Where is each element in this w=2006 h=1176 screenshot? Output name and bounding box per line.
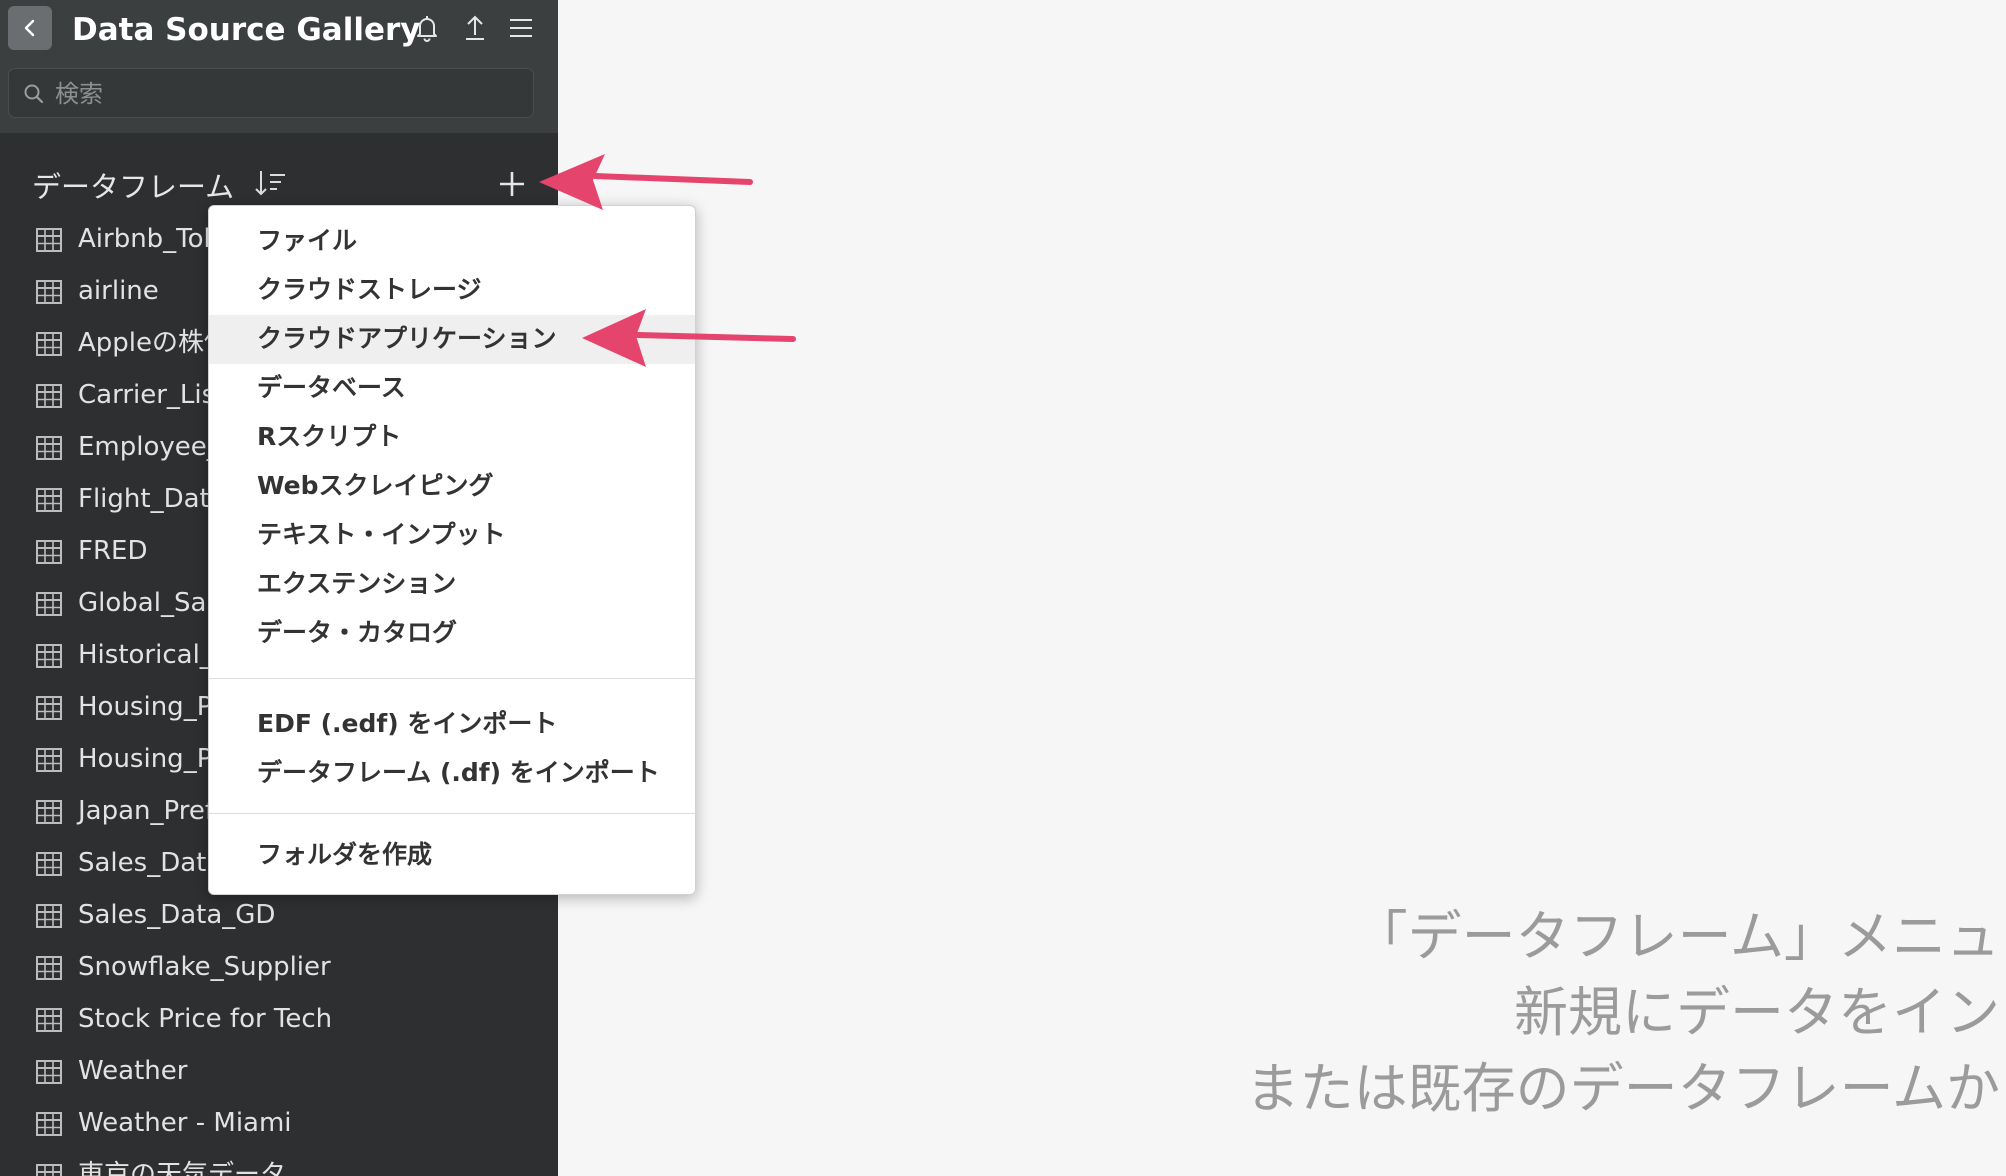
table-icon xyxy=(36,228,62,252)
table-icon xyxy=(36,696,62,720)
hamburger-menu-icon[interactable] xyxy=(505,12,537,44)
table-icon xyxy=(36,800,62,824)
menu-divider xyxy=(209,678,695,679)
table-icon xyxy=(36,280,62,304)
back-button[interactable] xyxy=(8,6,52,50)
back-icon xyxy=(24,19,35,37)
menu-item-label: Webスクレイピング xyxy=(257,471,494,500)
list-item-label: Global_Sale xyxy=(78,588,230,618)
table-icon xyxy=(36,1112,62,1136)
menu-item-label: Rスクリプト xyxy=(257,422,402,451)
table-icon xyxy=(36,384,62,408)
menu-item-import-df[interactable]: データフレーム (.df) をインポート xyxy=(209,749,695,798)
menu-item-import-edf[interactable]: EDF (.edf) をインポート xyxy=(209,700,695,749)
table-icon xyxy=(36,592,62,616)
annotation-arrow-icon xyxy=(539,154,753,210)
list-item-label: Historical_S xyxy=(78,640,230,670)
menu-item-label: ファイル xyxy=(257,226,358,255)
bell-icon[interactable] xyxy=(411,12,443,44)
table-icon xyxy=(36,488,62,512)
list-item-label: Housing_Pr xyxy=(78,744,223,774)
list-item-label: Japan_Pref xyxy=(78,796,215,826)
list-item-label: Housing_Pr xyxy=(78,692,223,722)
annotation-arrow-icon xyxy=(582,309,796,367)
menu-item-label: テキスト・インプット xyxy=(257,520,506,549)
menu-item-text-input[interactable]: テキスト・インプット xyxy=(209,511,695,560)
menu-item-label: データベース xyxy=(257,373,406,402)
list-item[interactable]: Sales_Data_GD xyxy=(0,890,558,942)
list-item-label: Employee_ xyxy=(78,432,220,462)
table-icon xyxy=(36,956,62,980)
dataframe-section-header: データフレーム xyxy=(32,160,532,206)
list-item-label: Stock Price for Tech xyxy=(78,1004,333,1034)
menu-divider xyxy=(209,813,695,814)
menu-item-r-script[interactable]: Rスクリプト xyxy=(209,413,695,462)
list-item-label: Weather - Miami xyxy=(78,1108,292,1138)
menu-item-label: データ・カタログ xyxy=(257,618,458,647)
table-icon xyxy=(36,1008,62,1032)
menu-item-label: エクステンション xyxy=(257,569,457,598)
search-input[interactable] xyxy=(53,75,517,113)
list-item-label: Sales_Data_GD xyxy=(78,900,276,930)
menu-item-label: クラウドアプリケーション xyxy=(257,324,557,353)
table-icon xyxy=(36,644,62,668)
app-title: Data Source Gallery xyxy=(72,12,421,48)
empty-state-line: 「データフレーム」メニュ xyxy=(1353,905,2000,968)
list-item-label: Sales_Data xyxy=(78,848,223,878)
list-item[interactable]: Weather - Miami xyxy=(0,1098,558,1150)
empty-state-line: 新規にデータをイン xyxy=(1514,981,2000,1044)
menu-item-file[interactable]: ファイル xyxy=(209,217,695,266)
menu-item-label: フォルダを作成 xyxy=(257,840,433,869)
list-item-label: Flight_Data xyxy=(78,484,226,514)
table-icon xyxy=(36,852,62,876)
menu-item-data-catalog[interactable]: データ・カタログ xyxy=(209,609,695,658)
search-icon xyxy=(24,84,44,104)
menu-item-web-scraping[interactable]: Webスクレイピング xyxy=(209,462,695,511)
menu-item-create-folder[interactable]: フォルダを作成 xyxy=(209,831,695,880)
search-box[interactable] xyxy=(8,68,534,118)
table-icon xyxy=(36,436,62,460)
list-item[interactable]: 東京の天気データ xyxy=(0,1150,558,1176)
list-item-label: FRED xyxy=(78,536,148,566)
table-icon xyxy=(36,1164,62,1176)
list-item[interactable]: Weather xyxy=(0,1046,558,1098)
sort-icon[interactable] xyxy=(254,168,288,198)
menu-item-label: データフレーム (.df) をインポート xyxy=(257,758,660,787)
list-item-label: 東京の天気データ xyxy=(78,1160,287,1176)
empty-state-line: または既存のデータフレームか xyxy=(1245,1057,2000,1120)
table-icon xyxy=(36,540,62,564)
list-item-label: Snowflake_Supplier xyxy=(78,952,331,982)
menu-item-label: クラウドストレージ xyxy=(257,275,482,304)
list-item-label: Carrier_List xyxy=(78,380,226,410)
table-icon xyxy=(36,332,62,356)
list-item-label: Airbnb_Tok xyxy=(78,224,219,254)
table-icon xyxy=(36,748,62,772)
table-icon xyxy=(36,904,62,928)
sidebar-topbar: Data Source Gallery xyxy=(0,0,558,133)
menu-item-extension[interactable]: エクステンション xyxy=(209,560,695,609)
list-item-label: Weather xyxy=(78,1056,188,1086)
menu-item-label: EDF (.edf) をインポート xyxy=(257,709,558,738)
list-item-label: airline xyxy=(78,276,159,306)
section-title: データフレーム xyxy=(32,170,235,204)
add-dataframe-button[interactable] xyxy=(494,166,530,202)
list-item[interactable]: Snowflake_Supplier xyxy=(0,942,558,994)
list-item[interactable]: Stock Price for Tech xyxy=(0,994,558,1046)
upload-icon[interactable] xyxy=(459,12,491,44)
table-icon xyxy=(36,1060,62,1084)
